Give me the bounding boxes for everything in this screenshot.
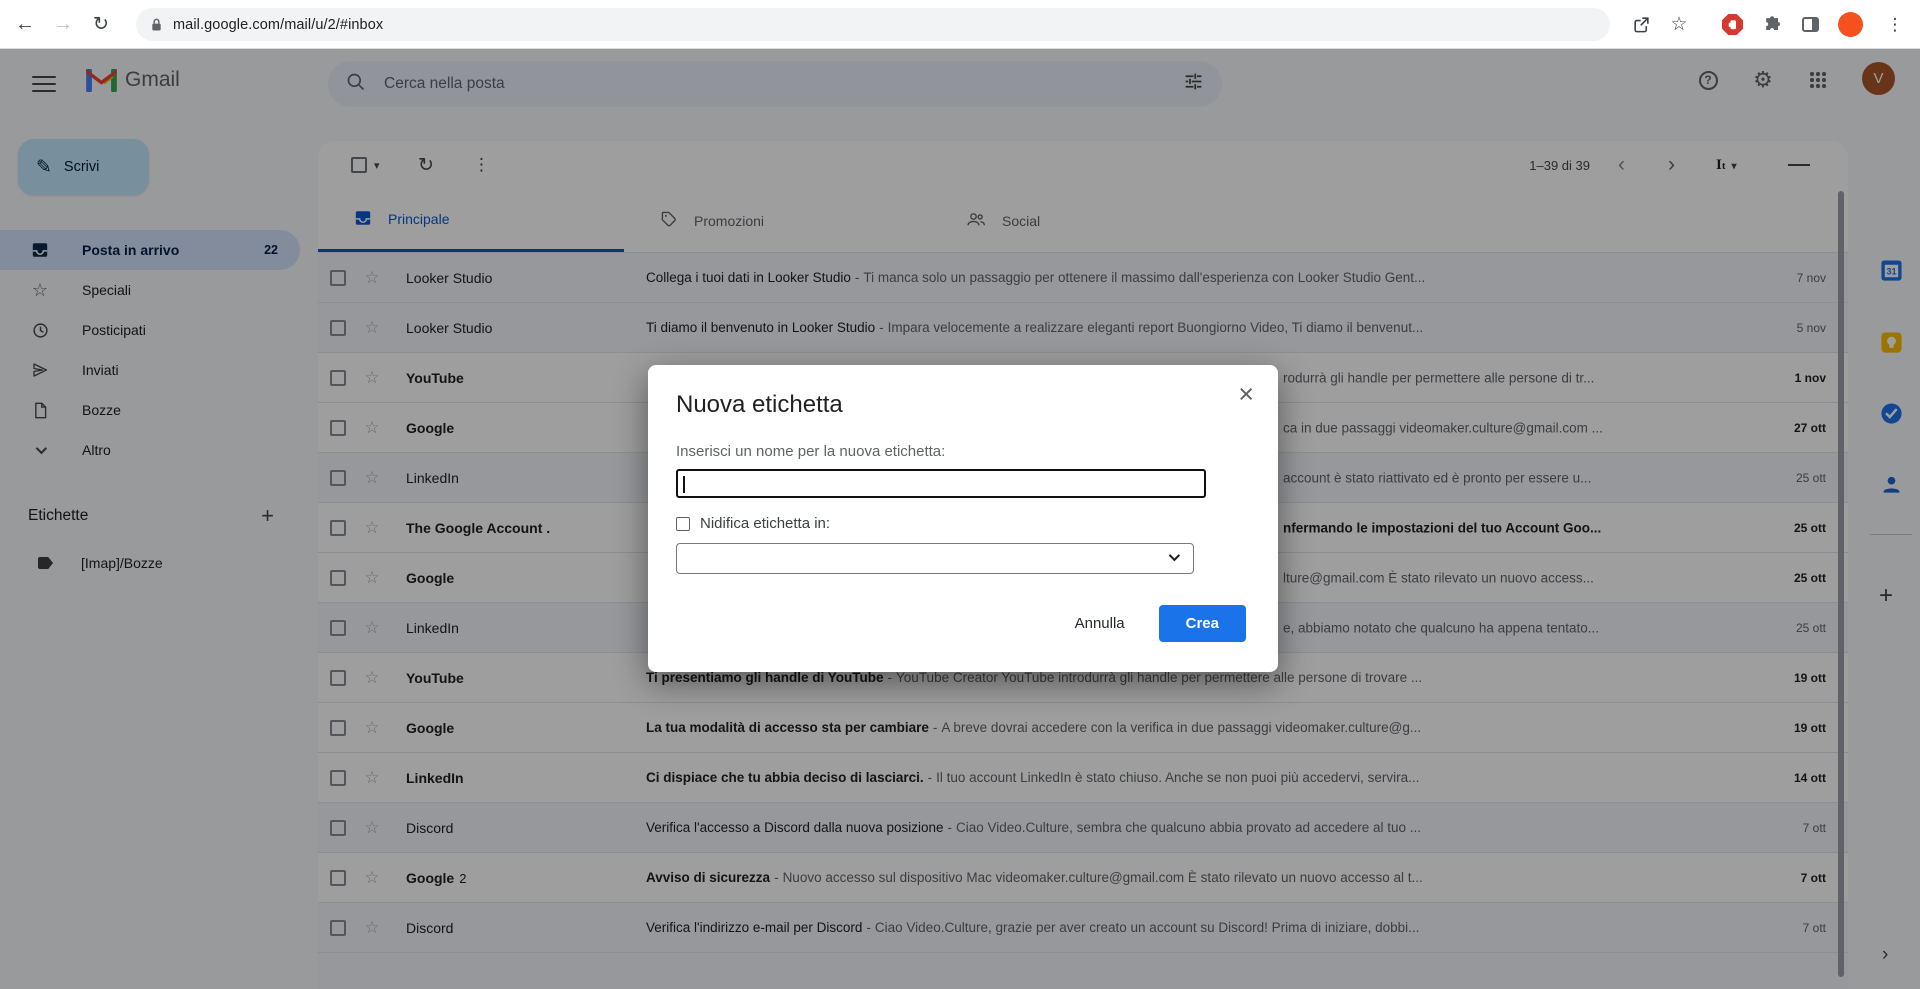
dialog-close-icon[interactable]: ×	[1238, 381, 1254, 408]
browser-menu-icon[interactable]: ⋮	[1878, 0, 1912, 49]
new-label-dialog: Nuova etichetta × Inserisci un nome per …	[648, 365, 1278, 672]
adblock-extension-icon[interactable]	[1722, 14, 1743, 35]
nest-label-text: Nidifica etichetta in:	[700, 515, 830, 532]
label-name-input[interactable]	[676, 469, 1206, 498]
browser-profile-avatar[interactable]	[1838, 12, 1863, 37]
address-bar[interactable]: mail.google.com/mail/u/2/#inbox	[136, 8, 1610, 41]
url-text: mail.google.com/mail/u/2/#inbox	[173, 17, 383, 33]
side-panel-icon[interactable]	[1793, 0, 1827, 49]
browser-forward-icon[interactable]: →	[46, 0, 80, 49]
share-icon[interactable]	[1624, 0, 1658, 49]
nest-label-checkbox[interactable]	[676, 517, 690, 531]
lock-icon	[150, 17, 163, 32]
browser-back-icon[interactable]: ←	[8, 0, 42, 49]
browser-reload-icon[interactable]: ↻	[84, 0, 118, 49]
create-button[interactable]: Crea	[1159, 605, 1246, 642]
text-cursor	[683, 476, 685, 493]
extensions-puzzle-icon[interactable]	[1755, 0, 1789, 49]
dialog-title: Nuova etichetta	[676, 391, 843, 419]
browser-toolbar: ← → ↻ mail.google.com/mail/u/2/#inbox ☆ …	[0, 0, 1920, 49]
label-name-field-label: Inserisci un nome per la nuova etichetta…	[676, 443, 945, 460]
nest-parent-select[interactable]	[676, 543, 1194, 574]
cancel-button[interactable]: Annulla	[1075, 615, 1125, 632]
select-chevron-icon	[1169, 550, 1180, 561]
bookmark-star-icon[interactable]: ☆	[1662, 0, 1696, 49]
